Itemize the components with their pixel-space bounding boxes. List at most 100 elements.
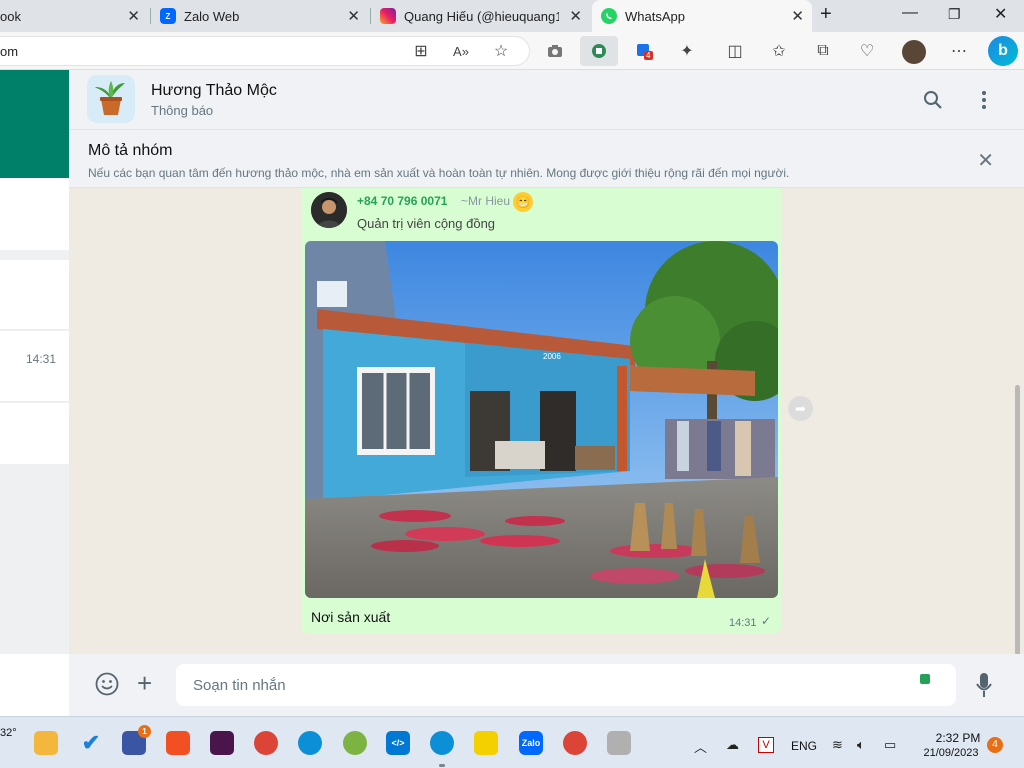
zalo-icon: Z [160,8,176,24]
weather-temperature[interactable]: 32° [0,727,17,739]
edge-icon[interactable] [298,731,322,755]
group-avatar[interactable] [87,75,135,123]
search-icon[interactable] [923,90,943,115]
collections-icon[interactable]: ⧉ [812,40,834,62]
message-time: 14:31 [729,617,757,629]
scrollbar-thumb[interactable] [1015,385,1020,655]
close-icon[interactable]: ✕ [347,7,360,25]
sender-avatar[interactable] [311,192,347,228]
vietkey-icon[interactable]: V [758,737,774,753]
browser-toolbar: om ⊞ A» ☆ 4 ✦ ◫ ✩ ⧉ ♡ ⋯ b [0,32,1024,70]
tab-facebook[interactable]: ook ✕ [0,0,148,32]
cloud-icon[interactable]: ☁ [726,737,739,753]
emoji-icon[interactable] [95,672,119,696]
favorite-star-icon[interactable]: ☆ [490,40,512,62]
list-item[interactable] [0,260,69,330]
camera-icon[interactable] [544,40,566,62]
tab-separator [150,8,151,24]
close-icon[interactable]: ✕ [977,148,994,173]
battery-icon[interactable]: ▭ [884,737,896,753]
profile-avatar[interactable] [902,40,926,64]
description-text: Nếu các bạn quan tâm đến hương thảo mộc,… [88,166,790,180]
extension-badge-count: 4 [646,51,651,60]
zalo-icon[interactable]: Zalo [519,731,543,755]
bing-copilot-icon[interactable]: b [988,36,1018,66]
restore-icon[interactable]: ❐ [948,6,961,23]
clock-date[interactable]: 21/09/2023 [913,747,989,759]
whatsapp-icon [601,8,617,24]
grinning-emoji-icon: 😁 [513,192,533,212]
sender-phone[interactable]: +84 70 796 0071 [357,194,447,208]
favorites-icon[interactable]: ✩ [768,40,790,62]
chat-header[interactable]: Hương Thảo Mộc Thông báo [69,70,1024,130]
active-app-indicator [439,764,445,767]
list-item[interactable] [0,178,69,250]
message-composer: + [69,654,1024,716]
list-item-time: 14:31 [26,352,57,366]
app-green-icon[interactable] [343,731,367,755]
browser-tab-strip: ook ✕ Z Zalo Web ✕ Quang Hiếu (@hieuquan… [0,0,1024,32]
todo-check-icon[interactable]: ✔ [79,730,103,755]
tab-title: ook [0,8,21,24]
split-screen-icon[interactable]: ◫ [724,40,746,62]
language-indicator[interactable]: ENG [791,739,817,753]
extension-badge-icon[interactable]: 4 [633,40,655,62]
message-input[interactable] [176,664,956,706]
file-explorer-icon[interactable] [34,731,58,755]
clock-time[interactable]: 2:32 PM [928,731,988,745]
chat-list-pane: 14:31 [0,70,69,654]
windows-taskbar: 32° ✔ 1 </> Zalo ︿ ☁ V ENG ≋ 🔈︎ ▭ 2:32 P… [0,716,1024,768]
tab-title: Quang Hiếu (@hieuquang130 [404,8,559,24]
tab-title: Zalo Web [184,8,240,24]
sticky-notes-icon[interactable] [474,731,498,755]
sidebar-header [0,70,69,178]
chrome-icon[interactable] [254,731,278,755]
list-item[interactable]: 14:31 [0,331,69,402]
group-subtitle: Thông báo [151,103,214,118]
edge-profile-icon[interactable] [430,731,454,755]
tab-instagram[interactable]: Quang Hiếu (@hieuquang130 ✕ [372,0,590,32]
chevron-up-icon[interactable]: ︿ [694,737,707,756]
forward-icon[interactable]: ➦ [788,396,813,421]
check-icon: ✓ [761,614,772,628]
sender-role: Quản trị viên cộng đồng [357,216,496,231]
slack-icon[interactable] [210,731,234,755]
close-icon[interactable]: ✕ [791,7,804,25]
message-bubble[interactable]: +84 70 796 0071 ~Mr Hieu 😁 Quản trị viên… [301,188,781,634]
extension-active-icon[interactable] [580,36,618,66]
instagram-icon [380,8,396,24]
notification-badge[interactable]: 4 [987,737,1003,753]
message-caption: Nơi sản xuất [311,609,391,625]
address-bar[interactable]: om ⊞ A» ☆ [0,36,530,66]
url-text: om [0,44,19,59]
menu-kebab-icon[interactable] [981,90,987,115]
attach-plus-icon[interactable]: + [137,670,152,696]
sign-year-text: 2006 [543,352,561,361]
close-icon[interactable]: ✕ [569,7,582,25]
microsoft-store-icon[interactable] [166,731,190,755]
close-icon[interactable]: ✕ [127,7,140,25]
group-name: Hương Thảo Mộc [151,82,277,99]
microphone-icon[interactable] [975,671,993,699]
message-photo[interactable]: 2006 [305,241,778,598]
more-menu-icon[interactable]: ⋯ [948,40,970,62]
snipping-tool-icon[interactable] [607,731,631,755]
extensions-puzzle-icon[interactable]: ✦ [676,40,698,62]
read-aloud-icon[interactable]: A» [450,40,472,62]
zalo-label: Zalo [521,738,541,748]
close-window-icon[interactable]: ✕ [994,4,1007,24]
teams-icon[interactable]: 1 [122,725,151,755]
chrome-profile-icon[interactable] [563,731,587,755]
description-title: Mô tả nhóm [88,142,173,159]
minimize-icon[interactable]: — [902,4,918,22]
volume-icon[interactable]: 🔈︎ [857,737,865,753]
extension-indicator-icon [920,674,930,684]
list-item[interactable] [0,403,69,464]
vscode-icon[interactable]: </> [386,731,410,755]
tab-zalo[interactable]: Z Zalo Web ✕ [152,0,368,32]
apps-icon[interactable]: ⊞ [410,40,432,62]
tab-whatsapp[interactable]: WhatsApp ✕ [592,0,812,32]
performance-heart-icon[interactable]: ♡ [856,40,878,62]
wifi-icon[interactable]: ≋ [832,737,843,753]
new-tab-icon[interactable]: + [820,3,832,26]
